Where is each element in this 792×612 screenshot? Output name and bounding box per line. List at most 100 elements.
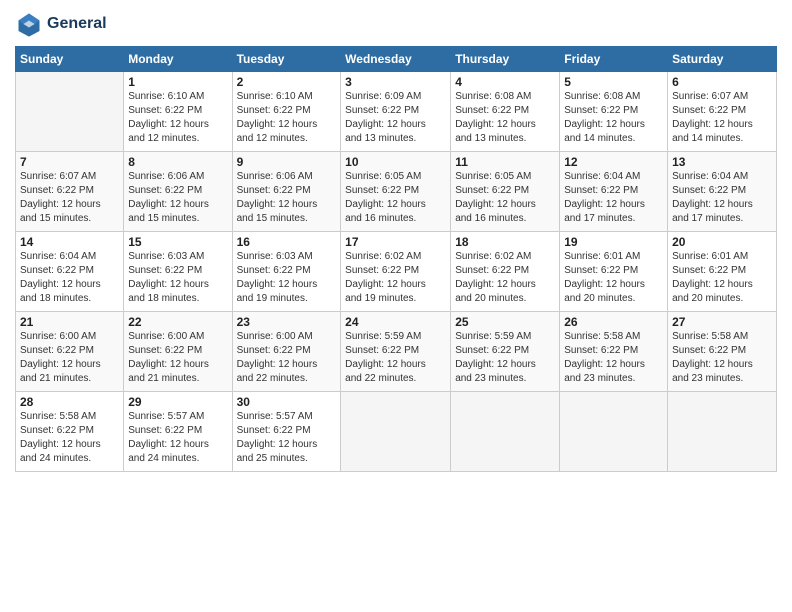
day-info: Sunrise: 5:59 AM Sunset: 6:22 PM Dayligh… <box>455 330 555 386</box>
logo-text: General <box>47 15 107 33</box>
day-info: Sunrise: 6:07 AM Sunset: 6:22 PM Dayligh… <box>672 90 772 146</box>
day-number: 12 <box>564 155 663 169</box>
day-info: Sunrise: 5:57 AM Sunset: 6:22 PM Dayligh… <box>128 410 227 466</box>
day-info: Sunrise: 6:01 AM Sunset: 6:22 PM Dayligh… <box>564 250 663 306</box>
calendar-cell: 5Sunrise: 6:08 AM Sunset: 6:22 PM Daylig… <box>560 72 668 152</box>
day-number: 3 <box>345 75 446 89</box>
week-row-3: 14Sunrise: 6:04 AM Sunset: 6:22 PM Dayli… <box>16 232 777 312</box>
day-info: Sunrise: 6:00 AM Sunset: 6:22 PM Dayligh… <box>128 330 227 386</box>
col-header-sunday: Sunday <box>16 47 124 72</box>
day-info: Sunrise: 6:04 AM Sunset: 6:22 PM Dayligh… <box>20 250 119 306</box>
day-info: Sunrise: 6:06 AM Sunset: 6:22 PM Dayligh… <box>128 170 227 226</box>
day-number: 6 <box>672 75 772 89</box>
day-info: Sunrise: 6:03 AM Sunset: 6:22 PM Dayligh… <box>237 250 337 306</box>
day-info: Sunrise: 6:04 AM Sunset: 6:22 PM Dayligh… <box>564 170 663 226</box>
day-info: Sunrise: 6:08 AM Sunset: 6:22 PM Dayligh… <box>455 90 555 146</box>
day-number: 13 <box>672 155 772 169</box>
day-info: Sunrise: 6:06 AM Sunset: 6:22 PM Dayligh… <box>237 170 337 226</box>
calendar-cell <box>451 392 560 472</box>
day-info: Sunrise: 5:58 AM Sunset: 6:22 PM Dayligh… <box>20 410 119 466</box>
week-row-2: 7Sunrise: 6:07 AM Sunset: 6:22 PM Daylig… <box>16 152 777 232</box>
day-info: Sunrise: 5:59 AM Sunset: 6:22 PM Dayligh… <box>345 330 446 386</box>
day-number: 2 <box>237 75 337 89</box>
day-info: Sunrise: 6:01 AM Sunset: 6:22 PM Dayligh… <box>672 250 772 306</box>
day-number: 25 <box>455 315 555 329</box>
day-info: Sunrise: 6:10 AM Sunset: 6:22 PM Dayligh… <box>237 90 337 146</box>
week-row-5: 28Sunrise: 5:58 AM Sunset: 6:22 PM Dayli… <box>16 392 777 472</box>
day-info: Sunrise: 6:07 AM Sunset: 6:22 PM Dayligh… <box>20 170 119 226</box>
calendar-cell: 26Sunrise: 5:58 AM Sunset: 6:22 PM Dayli… <box>560 312 668 392</box>
calendar-cell: 12Sunrise: 6:04 AM Sunset: 6:22 PM Dayli… <box>560 152 668 232</box>
day-info: Sunrise: 6:00 AM Sunset: 6:22 PM Dayligh… <box>237 330 337 386</box>
day-number: 1 <box>128 75 227 89</box>
col-header-tuesday: Tuesday <box>232 47 341 72</box>
day-number: 10 <box>345 155 446 169</box>
day-number: 30 <box>237 395 337 409</box>
day-number: 26 <box>564 315 663 329</box>
calendar-cell: 29Sunrise: 5:57 AM Sunset: 6:22 PM Dayli… <box>124 392 232 472</box>
calendar-cell: 10Sunrise: 6:05 AM Sunset: 6:22 PM Dayli… <box>341 152 451 232</box>
calendar-cell: 8Sunrise: 6:06 AM Sunset: 6:22 PM Daylig… <box>124 152 232 232</box>
calendar-cell: 18Sunrise: 6:02 AM Sunset: 6:22 PM Dayli… <box>451 232 560 312</box>
calendar-cell: 14Sunrise: 6:04 AM Sunset: 6:22 PM Dayli… <box>16 232 124 312</box>
calendar-table: SundayMondayTuesdayWednesdayThursdayFrid… <box>15 46 777 472</box>
col-header-saturday: Saturday <box>668 47 777 72</box>
calendar-cell: 30Sunrise: 5:57 AM Sunset: 6:22 PM Dayli… <box>232 392 341 472</box>
day-number: 27 <box>672 315 772 329</box>
calendar-cell: 1Sunrise: 6:10 AM Sunset: 6:22 PM Daylig… <box>124 72 232 152</box>
calendar-cell: 3Sunrise: 6:09 AM Sunset: 6:22 PM Daylig… <box>341 72 451 152</box>
week-row-4: 21Sunrise: 6:00 AM Sunset: 6:22 PM Dayli… <box>16 312 777 392</box>
calendar-cell: 28Sunrise: 5:58 AM Sunset: 6:22 PM Dayli… <box>16 392 124 472</box>
day-info: Sunrise: 6:08 AM Sunset: 6:22 PM Dayligh… <box>564 90 663 146</box>
calendar-cell: 20Sunrise: 6:01 AM Sunset: 6:22 PM Dayli… <box>668 232 777 312</box>
day-number: 15 <box>128 235 227 249</box>
calendar-cell: 11Sunrise: 6:05 AM Sunset: 6:22 PM Dayli… <box>451 152 560 232</box>
day-number: 11 <box>455 155 555 169</box>
day-number: 28 <box>20 395 119 409</box>
day-number: 16 <box>237 235 337 249</box>
day-number: 18 <box>455 235 555 249</box>
page-container: General SundayMondayTuesdayWednesdayThur… <box>0 0 792 482</box>
day-number: 20 <box>672 235 772 249</box>
calendar-cell: 6Sunrise: 6:07 AM Sunset: 6:22 PM Daylig… <box>668 72 777 152</box>
calendar-cell: 19Sunrise: 6:01 AM Sunset: 6:22 PM Dayli… <box>560 232 668 312</box>
day-info: Sunrise: 6:05 AM Sunset: 6:22 PM Dayligh… <box>345 170 446 226</box>
day-number: 23 <box>237 315 337 329</box>
calendar-cell: 24Sunrise: 5:59 AM Sunset: 6:22 PM Dayli… <box>341 312 451 392</box>
day-info: Sunrise: 6:10 AM Sunset: 6:22 PM Dayligh… <box>128 90 227 146</box>
day-info: Sunrise: 6:04 AM Sunset: 6:22 PM Dayligh… <box>672 170 772 226</box>
calendar-cell <box>560 392 668 472</box>
day-number: 5 <box>564 75 663 89</box>
day-number: 8 <box>128 155 227 169</box>
calendar-cell: 7Sunrise: 6:07 AM Sunset: 6:22 PM Daylig… <box>16 152 124 232</box>
day-info: Sunrise: 6:09 AM Sunset: 6:22 PM Dayligh… <box>345 90 446 146</box>
calendar-cell: 23Sunrise: 6:00 AM Sunset: 6:22 PM Dayli… <box>232 312 341 392</box>
day-number: 4 <box>455 75 555 89</box>
header: General <box>15 10 777 38</box>
calendar-cell: 16Sunrise: 6:03 AM Sunset: 6:22 PM Dayli… <box>232 232 341 312</box>
day-info: Sunrise: 6:02 AM Sunset: 6:22 PM Dayligh… <box>455 250 555 306</box>
day-number: 22 <box>128 315 227 329</box>
col-header-friday: Friday <box>560 47 668 72</box>
calendar-cell: 21Sunrise: 6:00 AM Sunset: 6:22 PM Dayli… <box>16 312 124 392</box>
calendar-cell: 25Sunrise: 5:59 AM Sunset: 6:22 PM Dayli… <box>451 312 560 392</box>
calendar-cell: 9Sunrise: 6:06 AM Sunset: 6:22 PM Daylig… <box>232 152 341 232</box>
day-number: 9 <box>237 155 337 169</box>
col-header-thursday: Thursday <box>451 47 560 72</box>
calendar-cell <box>668 392 777 472</box>
day-number: 7 <box>20 155 119 169</box>
day-info: Sunrise: 6:02 AM Sunset: 6:22 PM Dayligh… <box>345 250 446 306</box>
day-number: 21 <box>20 315 119 329</box>
calendar-cell <box>341 392 451 472</box>
day-number: 14 <box>20 235 119 249</box>
day-info: Sunrise: 6:00 AM Sunset: 6:22 PM Dayligh… <box>20 330 119 386</box>
calendar-cell: 15Sunrise: 6:03 AM Sunset: 6:22 PM Dayli… <box>124 232 232 312</box>
day-number: 24 <box>345 315 446 329</box>
calendar-cell: 13Sunrise: 6:04 AM Sunset: 6:22 PM Dayli… <box>668 152 777 232</box>
day-info: Sunrise: 6:03 AM Sunset: 6:22 PM Dayligh… <box>128 250 227 306</box>
calendar-cell: 17Sunrise: 6:02 AM Sunset: 6:22 PM Dayli… <box>341 232 451 312</box>
day-info: Sunrise: 5:57 AM Sunset: 6:22 PM Dayligh… <box>237 410 337 466</box>
calendar-cell: 27Sunrise: 5:58 AM Sunset: 6:22 PM Dayli… <box>668 312 777 392</box>
logo: General <box>15 10 107 38</box>
day-number: 19 <box>564 235 663 249</box>
